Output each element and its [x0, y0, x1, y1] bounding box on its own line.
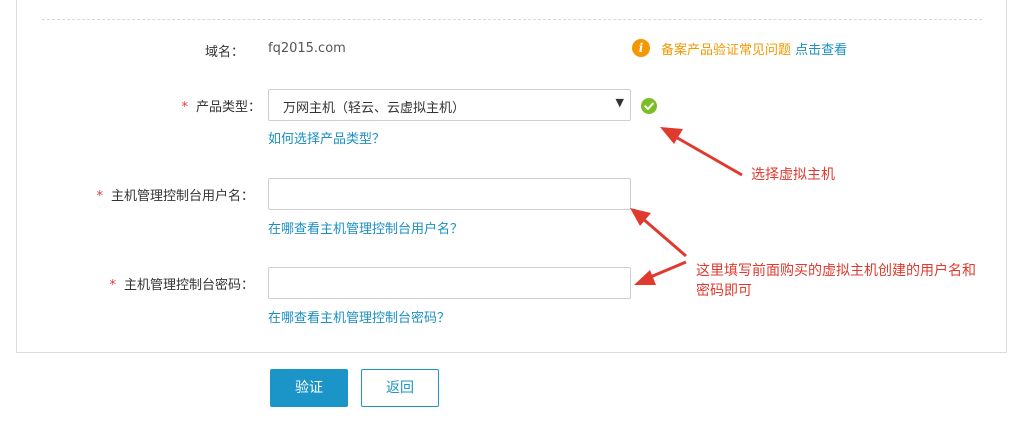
verify-button[interactable]: 验证	[270, 369, 348, 407]
annotation-arrows	[630, 127, 743, 285]
back-button[interactable]: 返回	[361, 369, 439, 407]
annotation-arrow	[647, 260, 687, 280]
annotation-arrowhead	[660, 127, 683, 144]
annotation-arrow	[673, 134, 743, 177]
annotation-arrowhead	[634, 270, 656, 285]
annotation-arrow	[641, 216, 687, 258]
